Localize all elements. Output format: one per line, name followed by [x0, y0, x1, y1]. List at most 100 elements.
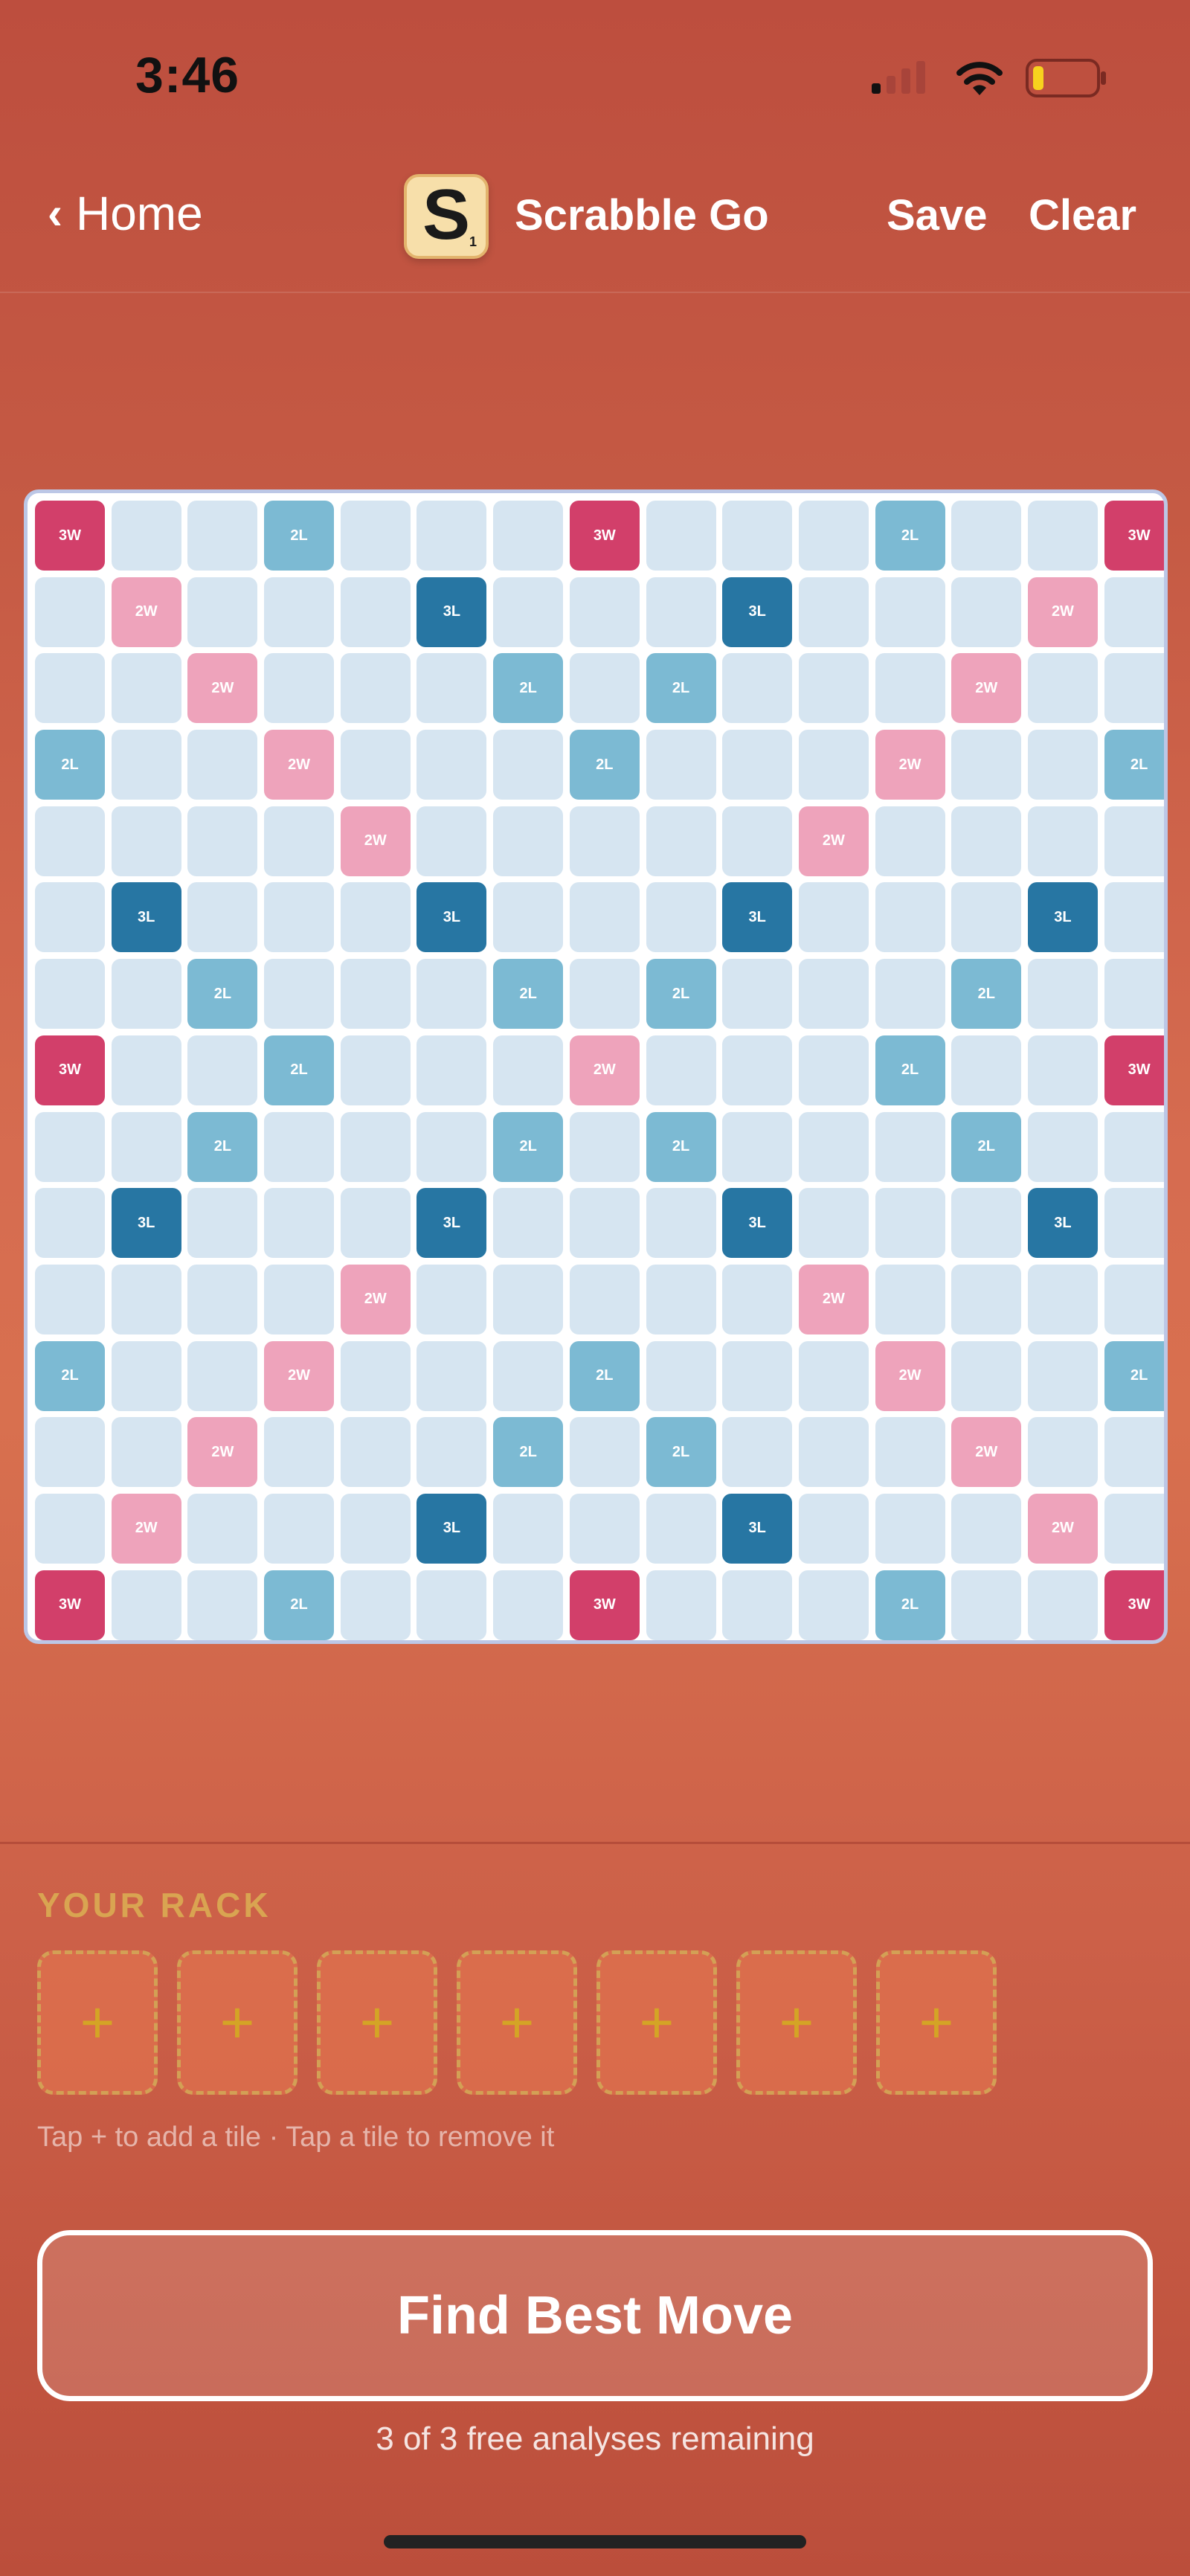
board-cell[interactable] — [798, 653, 869, 724]
board-cell[interactable] — [493, 1035, 564, 1105]
board-cell[interactable] — [111, 959, 181, 1030]
board-cell[interactable] — [951, 1493, 1022, 1564]
board-cell[interactable] — [798, 1188, 869, 1259]
board-cell[interactable] — [1104, 653, 1164, 724]
board-cell[interactable] — [416, 806, 487, 876]
board-cell[interactable] — [493, 1264, 564, 1334]
board-cell[interactable] — [722, 1417, 793, 1488]
board-cell[interactable]: 2L — [187, 1111, 258, 1182]
board-cell[interactable] — [35, 1417, 105, 1488]
board-cell[interactable] — [187, 1188, 258, 1259]
board-cell[interactable] — [1104, 806, 1164, 876]
board-cell[interactable] — [951, 501, 1022, 571]
rack-slot[interactable]: + — [317, 1950, 437, 2095]
board-cell[interactable] — [111, 1417, 181, 1488]
board-cell[interactable] — [646, 730, 716, 800]
board-cell[interactable] — [722, 806, 793, 876]
board-cell[interactable]: 2L — [569, 730, 640, 800]
board-cell[interactable] — [569, 653, 640, 724]
board-cell[interactable]: 2W — [875, 730, 945, 800]
board-cell[interactable]: 3L — [111, 882, 181, 953]
board-cell[interactable] — [798, 1035, 869, 1105]
rack-slot[interactable]: + — [596, 1950, 717, 2095]
board-cell[interactable] — [493, 501, 564, 571]
board-cell[interactable] — [187, 1570, 258, 1640]
board-cell[interactable]: 3W — [35, 501, 105, 571]
board-cell[interactable] — [646, 576, 716, 647]
board-cell[interactable] — [722, 1111, 793, 1182]
board-cell[interactable] — [569, 1111, 640, 1182]
board-cell[interactable] — [416, 1035, 487, 1105]
board-cell[interactable] — [35, 653, 105, 724]
board-cell[interactable] — [493, 1570, 564, 1640]
board-cell[interactable] — [340, 1493, 411, 1564]
board-cell[interactable]: 2L — [646, 1111, 716, 1182]
board-cell[interactable] — [951, 730, 1022, 800]
board-cell[interactable]: 3L — [1027, 1188, 1098, 1259]
board-cell[interactable] — [646, 501, 716, 571]
board-cell[interactable] — [1027, 1570, 1098, 1640]
board-cell[interactable] — [1027, 1035, 1098, 1105]
board-cell[interactable]: 2L — [35, 730, 105, 800]
board-cell[interactable] — [187, 576, 258, 647]
board-cell[interactable]: 2L — [875, 501, 945, 571]
board-cell[interactable] — [722, 1035, 793, 1105]
board-cell[interactable] — [951, 1035, 1022, 1105]
board-cell[interactable]: 3L — [1027, 882, 1098, 953]
board-cell[interactable] — [875, 882, 945, 953]
board-cell[interactable] — [798, 730, 869, 800]
board-cell[interactable] — [722, 1264, 793, 1334]
board-cell[interactable] — [340, 1570, 411, 1640]
board-cell[interactable] — [1027, 806, 1098, 876]
board-cell[interactable]: 3L — [416, 882, 487, 953]
board-cell[interactable] — [875, 1493, 945, 1564]
board-cell[interactable] — [1027, 653, 1098, 724]
board-cell[interactable]: 2L — [493, 653, 564, 724]
board-cell[interactable] — [111, 1264, 181, 1334]
board-cell[interactable] — [111, 1570, 181, 1640]
board-cell[interactable] — [1104, 882, 1164, 953]
board-cell[interactable] — [264, 576, 335, 647]
back-home-button[interactable]: ‹ Home — [48, 186, 203, 241]
board-cell[interactable] — [1027, 1417, 1098, 1488]
board-cell[interactable]: 2W — [569, 1035, 640, 1105]
board-cell[interactable] — [875, 1417, 945, 1488]
board-cell[interactable] — [493, 882, 564, 953]
board-cell[interactable] — [416, 1111, 487, 1182]
rack-slot[interactable]: + — [736, 1950, 857, 2095]
board-cell[interactable] — [416, 1264, 487, 1334]
board-cell[interactable] — [416, 1417, 487, 1488]
board-cell[interactable] — [187, 882, 258, 953]
rack-slot[interactable]: + — [37, 1950, 158, 2095]
board-cell[interactable]: 2L — [646, 1417, 716, 1488]
board-cell[interactable] — [264, 653, 335, 724]
board-cell[interactable]: 3W — [569, 1570, 640, 1640]
board-cell[interactable] — [35, 1188, 105, 1259]
board-cell[interactable] — [340, 1340, 411, 1411]
board-cell[interactable] — [951, 1264, 1022, 1334]
board-cell[interactable] — [111, 653, 181, 724]
board-cell[interactable] — [722, 1340, 793, 1411]
board-cell[interactable]: 2W — [798, 1264, 869, 1334]
board-cell[interactable]: 3L — [722, 576, 793, 647]
rack-slot[interactable]: + — [457, 1950, 577, 2095]
board-cell[interactable] — [493, 1493, 564, 1564]
board-cell[interactable] — [264, 1111, 335, 1182]
board-cell[interactable]: 2W — [798, 806, 869, 876]
board-cell[interactable] — [798, 1493, 869, 1564]
board-cell[interactable]: 3W — [1104, 1035, 1164, 1105]
board-cell[interactable]: 2L — [493, 1417, 564, 1488]
board-cell[interactable] — [187, 1264, 258, 1334]
board-cell[interactable]: 3L — [416, 1188, 487, 1259]
board-cell[interactable] — [187, 730, 258, 800]
board-cell[interactable] — [340, 1188, 411, 1259]
board-cell[interactable]: 3L — [722, 1493, 793, 1564]
board-cell[interactable] — [951, 1188, 1022, 1259]
board-cell[interactable] — [875, 576, 945, 647]
board-cell[interactable] — [875, 1264, 945, 1334]
board-cell[interactable] — [1027, 501, 1098, 571]
board-cell[interactable]: 2L — [951, 959, 1022, 1030]
board-cell[interactable] — [1027, 730, 1098, 800]
board-cell[interactable]: 2L — [875, 1035, 945, 1105]
clear-button[interactable]: Clear — [1029, 190, 1136, 240]
